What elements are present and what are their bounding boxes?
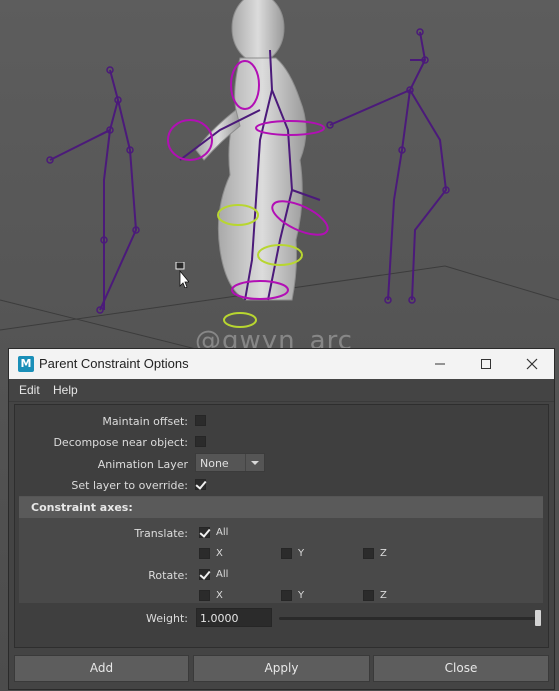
animation-layer-label: Animation Layer [97, 458, 188, 471]
parent-constraint-options-dialog: M Parent Constraint Options Edit Help Ma… [8, 348, 555, 690]
weight-slider[interactable] [279, 617, 541, 620]
translate-y-label: Y [298, 548, 305, 559]
weight-label: Weight: [145, 612, 188, 625]
constraint-axes-title: Constraint axes: [31, 501, 133, 514]
minimize-button[interactable] [417, 349, 463, 379]
rotate-x-label: X [216, 590, 223, 601]
options-panel: Maintain offset: Decompose near object: … [14, 404, 549, 648]
menu-help[interactable]: Help [53, 383, 78, 397]
rotate-x-checkbox[interactable] [199, 590, 210, 601]
translate-all-label: All [216, 527, 229, 538]
decompose-label: Decompose near object: [53, 436, 188, 449]
rotate-z-checkbox[interactable] [363, 590, 374, 601]
close-icon [526, 358, 538, 370]
window-title: Parent Constraint Options [39, 356, 189, 371]
translate-y-checkbox[interactable] [281, 548, 292, 559]
menu-edit[interactable]: Edit [19, 383, 40, 397]
translate-label: Translate: [134, 527, 188, 540]
weight-slider-handle[interactable] [535, 610, 541, 626]
mouse-cursor-icon [175, 261, 190, 292]
animation-layer-dropdown[interactable]: None [195, 453, 265, 472]
close-window-button[interactable] [509, 349, 555, 379]
rotate-y-checkbox[interactable] [281, 590, 292, 601]
weight-input[interactable]: 1.0000 [196, 608, 272, 627]
rotate-all-label: All [216, 569, 229, 580]
constraint-axes-header[interactable]: Constraint axes: [19, 497, 543, 518]
animation-layer-value: None [200, 457, 229, 470]
maya-app-icon: M [18, 356, 34, 372]
maintain-offset-label: Maintain offset: [102, 415, 188, 428]
menu-bar: Edit Help [9, 379, 554, 402]
close-button[interactable]: Close [373, 655, 549, 682]
set-layer-checkbox[interactable] [195, 479, 206, 490]
chevron-down-icon [245, 454, 264, 471]
maintain-offset-checkbox[interactable] [195, 415, 206, 426]
title-bar[interactable]: M Parent Constraint Options [9, 349, 554, 379]
translate-all-checkbox[interactable] [199, 527, 210, 538]
maximize-button[interactable] [463, 349, 509, 379]
translate-x-label: X [216, 548, 223, 559]
maximize-icon [481, 359, 491, 369]
rotate-y-label: Y [298, 590, 305, 601]
rotate-all-checkbox[interactable] [199, 569, 210, 580]
rotate-label: Rotate: [148, 569, 188, 582]
rotate-z-label: Z [380, 590, 387, 601]
translate-z-checkbox[interactable] [363, 548, 374, 559]
set-layer-label: Set layer to override: [71, 479, 188, 492]
translate-z-label: Z [380, 548, 387, 559]
weight-value: 1.0000 [200, 612, 239, 625]
translate-x-checkbox[interactable] [199, 548, 210, 559]
add-button[interactable]: Add [14, 655, 189, 682]
apply-button[interactable]: Apply [193, 655, 370, 682]
minimize-icon [435, 363, 445, 365]
decompose-checkbox[interactable] [195, 436, 206, 447]
